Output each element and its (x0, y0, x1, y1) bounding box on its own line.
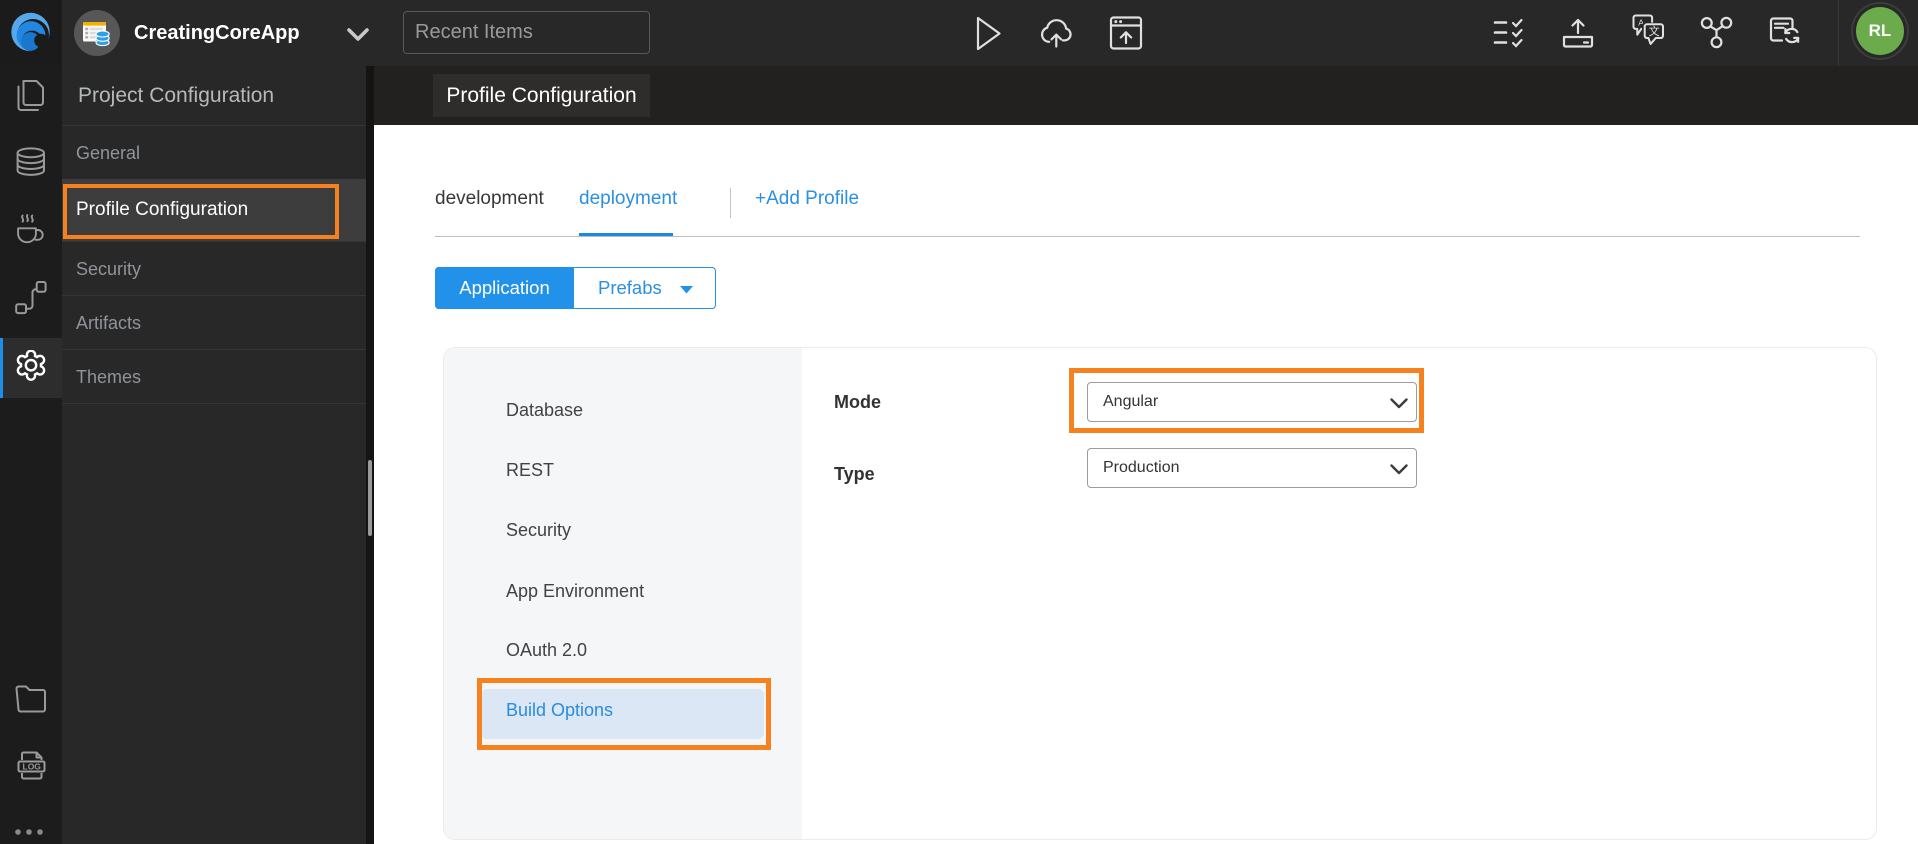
svg-text:文: 文 (1649, 24, 1660, 38)
svg-text:LOG: LOG (23, 762, 42, 772)
